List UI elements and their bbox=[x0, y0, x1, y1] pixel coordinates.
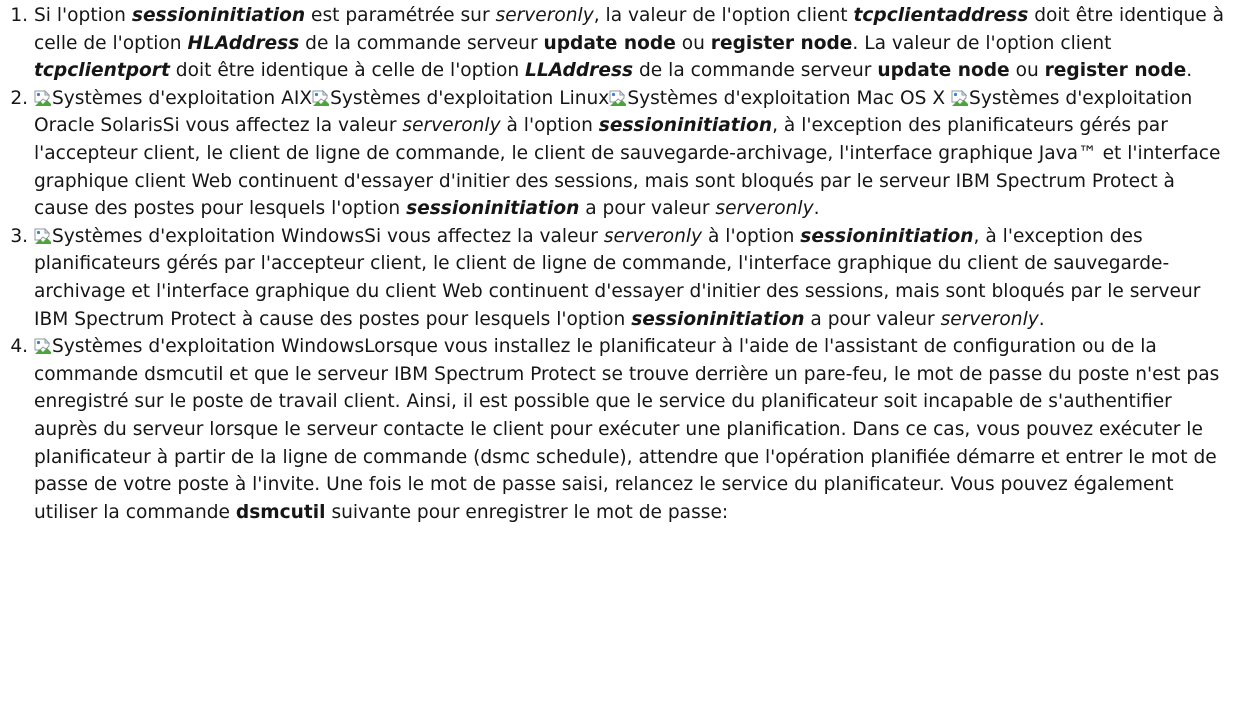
note-text: Si vous affectez la valeur bbox=[364, 225, 604, 247]
bold-term: register node bbox=[710, 32, 853, 54]
note-text: a pour valeur bbox=[579, 198, 716, 220]
note-text: Systèmes d'exploitation AIX bbox=[52, 87, 313, 109]
note-text: Systèmes d'exploitation Windows bbox=[52, 225, 365, 247]
note-text: Systèmes d'exploitation Windows bbox=[52, 336, 365, 358]
note-text: ou bbox=[675, 32, 711, 54]
note-text: , la valeur de l'option client bbox=[593, 5, 854, 26]
bold-term: update node bbox=[877, 60, 1010, 82]
option-name: sessioninitiation bbox=[598, 115, 773, 137]
note-text: doit être identique à celle de l'option bbox=[169, 60, 526, 82]
note-item: Systèmes d'exploitation AIX Systèmes d'ex… bbox=[34, 85, 1234, 223]
note-text: à l'option bbox=[702, 225, 801, 247]
broken-image-icon bbox=[34, 227, 52, 245]
option-value: serveronly bbox=[495, 5, 594, 26]
bold-term: dsmcutil bbox=[235, 501, 326, 523]
note-text: est paramétrée sur bbox=[305, 5, 496, 26]
option-name: sessioninitiation bbox=[800, 225, 974, 247]
broken-image-icon bbox=[312, 89, 330, 107]
broken-image-icon bbox=[609, 89, 627, 107]
note-text: a pour valeur bbox=[804, 308, 941, 330]
option-name: HLAddress bbox=[187, 32, 300, 54]
note-text: Si l'option bbox=[34, 5, 132, 26]
broken-image-icon bbox=[951, 89, 969, 107]
note-text: . bbox=[813, 198, 820, 220]
note-item: Systèmes d'exploitation WindowsLorsque v… bbox=[34, 333, 1234, 526]
broken-image-icon bbox=[34, 89, 52, 107]
notes-list: Si l'option sessioninitiation est paramé… bbox=[0, 0, 1234, 526]
note-text: . bbox=[1186, 60, 1193, 82]
note-text: de la commande serveur bbox=[299, 32, 544, 54]
document-body: Si l'option sessioninitiation est paramé… bbox=[0, 0, 1243, 709]
option-value: serveronly bbox=[603, 225, 703, 247]
note-text: ou bbox=[1009, 60, 1045, 82]
note-text: . La valeur de l'option client bbox=[852, 32, 1112, 54]
option-name: sessioninitiation bbox=[406, 198, 580, 220]
bold-term: update node bbox=[543, 32, 676, 54]
note-item: Systèmes d'exploitation WindowsSi vous a… bbox=[34, 223, 1234, 333]
option-value: serveronly bbox=[715, 198, 814, 220]
note-item: Si l'option sessioninitiation est paramé… bbox=[34, 0, 1234, 85]
note-text: suivante pour enregistrer le mot de pass… bbox=[325, 501, 729, 523]
broken-image-icon bbox=[34, 337, 52, 355]
note-text: de la commande serveur bbox=[633, 60, 878, 82]
option-name: LLAddress bbox=[525, 60, 634, 82]
note-text: Systèmes d'exploitation Linux bbox=[330, 87, 610, 109]
note-text: Systèmes d'exploitation Mac OS X bbox=[627, 87, 952, 109]
note-text: à l'option bbox=[500, 115, 599, 137]
option-value: serveronly bbox=[940, 308, 1039, 330]
option-name: tcpclientaddress bbox=[853, 5, 1029, 26]
option-name: tcpclientport bbox=[34, 60, 170, 82]
bold-term: register node bbox=[1044, 60, 1187, 82]
option-name: sessioninitiation bbox=[631, 308, 805, 330]
option-value: serveronly bbox=[402, 115, 501, 137]
note-text: Lorsque vous installez le planificateur … bbox=[34, 336, 1220, 523]
option-name: sessioninitiation bbox=[131, 5, 306, 26]
note-text: . bbox=[1038, 308, 1045, 330]
note-text: Si vous affectez la valeur bbox=[162, 115, 403, 137]
